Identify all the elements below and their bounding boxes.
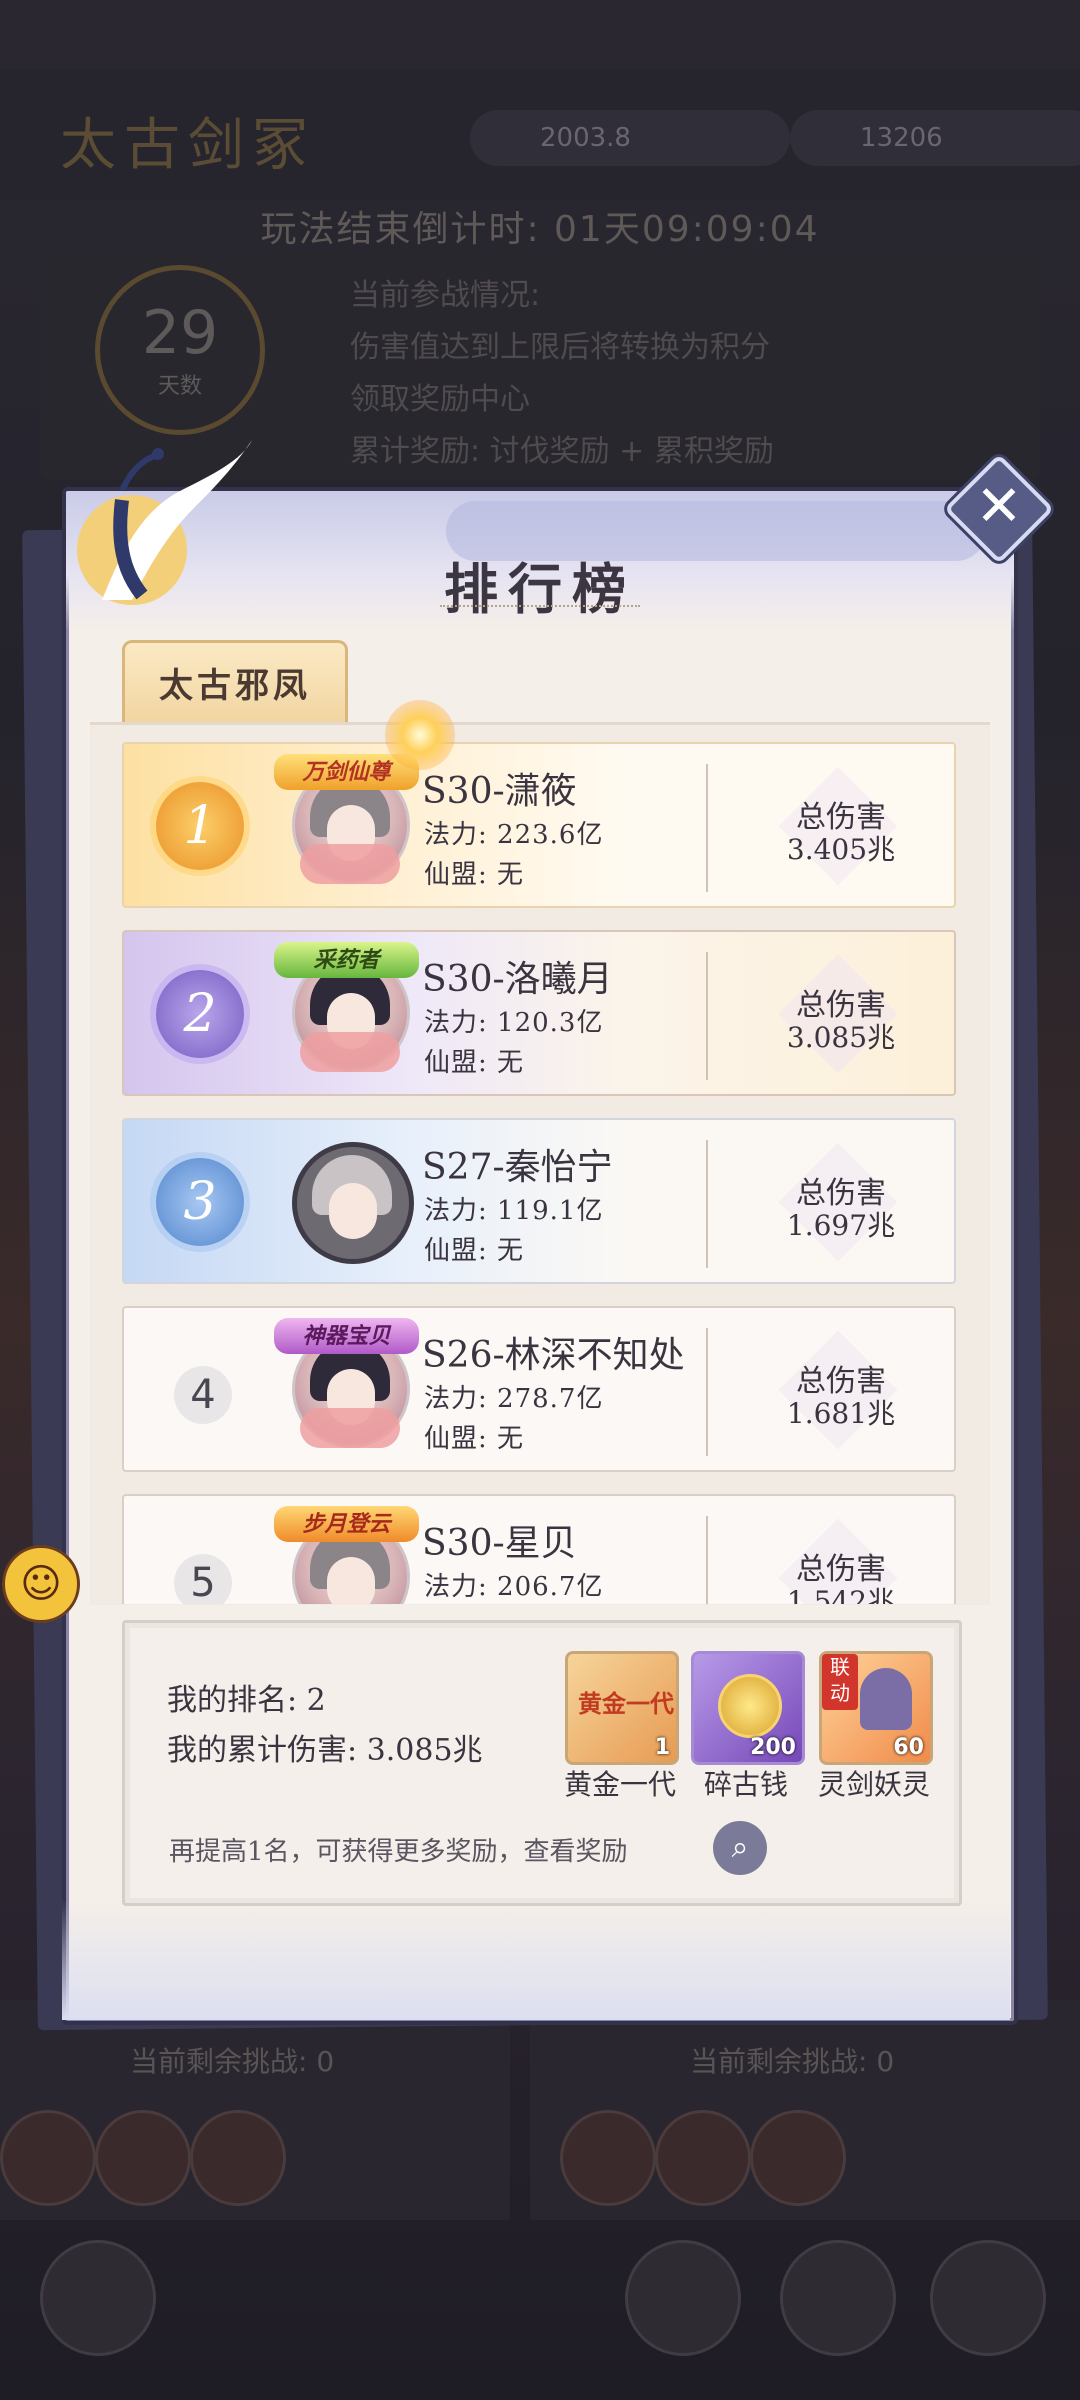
avatar-frame-flower	[300, 844, 400, 884]
row-divider	[706, 764, 708, 892]
my-rank-panel: 我的排名: 2 我的累计伤害: 3.085兆 黄金一代 1 黄金一代 200 碎…	[122, 1620, 962, 1906]
tab-boss[interactable]: 太古邪凤	[122, 640, 348, 729]
background-line: 当前参战情况:	[350, 278, 541, 313]
reward-label: 黄金一代	[563, 1768, 676, 1801]
player-name: S27-秦怡宁	[422, 1147, 613, 1188]
damage-value: 3.085兆	[786, 1021, 896, 1054]
background-line: 领取奖励中心	[350, 382, 530, 417]
reward-item[interactable]: 联动 60	[819, 1651, 933, 1765]
reward-item[interactable]: 黄金一代 1	[565, 1651, 679, 1765]
avatar-frame-flower	[300, 1032, 400, 1072]
player-guild: 仙盟: 无	[424, 1048, 525, 1078]
reward-count: 200	[750, 1735, 796, 1760]
background-nav-button	[780, 2240, 896, 2356]
background-skill-orb	[655, 2110, 751, 2206]
reward-hint-text: 再提高1名，可获得更多奖励，查看奖励	[169, 1837, 628, 1867]
player-avatar[interactable]	[292, 1142, 414, 1264]
avatar-title-badge: 神器宝贝	[274, 1318, 419, 1354]
player-name: S30-洛曦月	[422, 959, 613, 1000]
player-power: 法力: 120.3亿	[424, 1008, 604, 1038]
player-guild: 仙盟: 无	[424, 1424, 525, 1454]
player-name: S26-林深不知处	[422, 1335, 685, 1376]
background-skill-orb	[750, 2110, 846, 2206]
background-resource-1: 2003.8	[470, 110, 790, 166]
player-name: S30-潇筱	[422, 771, 577, 812]
rank-number: 5	[174, 1554, 232, 1604]
background-line: 累计奖励: 讨伐奖励 + 累积奖励	[350, 434, 774, 469]
ranking-list[interactable]: 1 万剑仙尊 S30-潇筱 法力: 223.6亿 仙盟: 无 总伤害 3.405…	[122, 742, 958, 1604]
player-guild: 仙盟: 无	[424, 860, 525, 890]
golden-generation-title-icon: 黄金一代	[578, 1689, 674, 1718]
player-power: 法力: 119.1亿	[424, 1196, 604, 1226]
background-back-button	[40, 2240, 156, 2356]
background-skill-orb	[560, 2110, 656, 2206]
player-power: 法力: 278.7亿	[424, 1384, 604, 1414]
reward-item[interactable]: 200	[691, 1651, 805, 1765]
player-power: 法力: 206.7亿	[424, 1572, 604, 1602]
title-ornament	[440, 605, 640, 613]
row-divider	[706, 1516, 708, 1604]
avatar-frame-flower	[300, 1408, 400, 1448]
background-day-label: 天数	[157, 374, 202, 399]
my-damage-text: 我的累计伤害: 3.085兆	[167, 1733, 483, 1768]
sword-spirit-portrait-icon	[860, 1668, 912, 1730]
reward-label: 碎古钱	[703, 1768, 788, 1801]
background-day-count: 29	[141, 298, 219, 368]
rank-medal-gold-icon: 1	[156, 782, 244, 870]
background-line: 伤害值达到上限后将转换为积分	[350, 330, 770, 365]
row-divider	[706, 1140, 708, 1268]
row-divider	[706, 1328, 708, 1456]
row-divider	[706, 952, 708, 1080]
damage-value: 1.542兆	[786, 1585, 896, 1604]
modal-bottom-wave	[62, 1900, 1010, 2020]
background-timer: 玩法结束倒计时: 01天09:09:04	[260, 209, 820, 250]
ranking-row[interactable]: 2 采药者 S30-洛曦月 法力: 120.3亿 仙盟: 无 总伤害 3.085…	[122, 930, 956, 1096]
ranking-row[interactable]: 5 步月登云 S30-星贝 法力: 206.7亿 总伤害 1.542兆	[122, 1494, 956, 1604]
rank-number: 4	[174, 1366, 232, 1424]
reward-count: 1	[654, 1735, 670, 1760]
player-name: S30-星贝	[422, 1523, 577, 1564]
reward-count: 60	[893, 1735, 924, 1760]
damage-value: 3.405兆	[786, 833, 896, 866]
my-rank-text: 我的排名: 2	[167, 1683, 326, 1718]
background-skill-orb	[95, 2110, 191, 2206]
background-bottom-left-text: 当前剩余挑战: 0	[130, 2045, 335, 2078]
emote-bubble-icon[interactable]: ☺	[2, 1545, 80, 1623]
player-guild: 仙盟: 无	[424, 1236, 525, 1266]
view-rewards-button[interactable]: ⌕	[713, 1821, 767, 1875]
damage-value: 1.681兆	[786, 1397, 896, 1430]
background-day-circle: 29 天数	[95, 265, 265, 435]
ranking-row[interactable]: 3 S27-秦怡宁 法力: 119.1亿 仙盟: 无 总伤害 1.697兆	[122, 1118, 956, 1284]
avatar-title-badge: 步月登云	[274, 1506, 419, 1542]
glowing-orb-decoration	[385, 700, 455, 770]
background-panel-lines: 当前参战情况: 伤害值达到上限后将转换为积分 领取奖励中心 累计奖励: 讨伐奖励…	[350, 270, 774, 478]
player-power: 法力: 223.6亿	[424, 820, 604, 850]
background-resource-2: 13206	[790, 110, 1080, 166]
collab-tag: 联动	[822, 1654, 858, 1710]
rank-medal-bronze-icon: 3	[156, 1158, 244, 1246]
damage-value: 1.697兆	[786, 1209, 896, 1242]
background-nav-button	[625, 2240, 741, 2356]
ranking-row[interactable]: 1 万剑仙尊 S30-潇筱 法力: 223.6亿 仙盟: 无 总伤害 3.405…	[122, 742, 956, 908]
reward-label: 灵剑妖灵	[817, 1768, 930, 1801]
search-icon: ⌕	[731, 1830, 749, 1865]
avatar-title-badge: 采药者	[274, 942, 419, 978]
background-skill-orb	[0, 2110, 96, 2206]
ranking-row[interactable]: 4 神器宝贝 S26-林深不知处 法力: 278.7亿 仙盟: 无 总伤害 1.…	[122, 1306, 956, 1472]
background-nav-button	[930, 2240, 1046, 2356]
close-icon: ✕	[975, 474, 1023, 539]
rank-medal-silver-icon: 2	[156, 970, 244, 1058]
ancient-coin-icon	[718, 1674, 782, 1738]
background-skill-orb	[190, 2110, 286, 2206]
background-bottom-right-text: 当前剩余挑战: 0	[690, 2045, 895, 2078]
background-game-title: 太古剑冢	[60, 113, 316, 178]
